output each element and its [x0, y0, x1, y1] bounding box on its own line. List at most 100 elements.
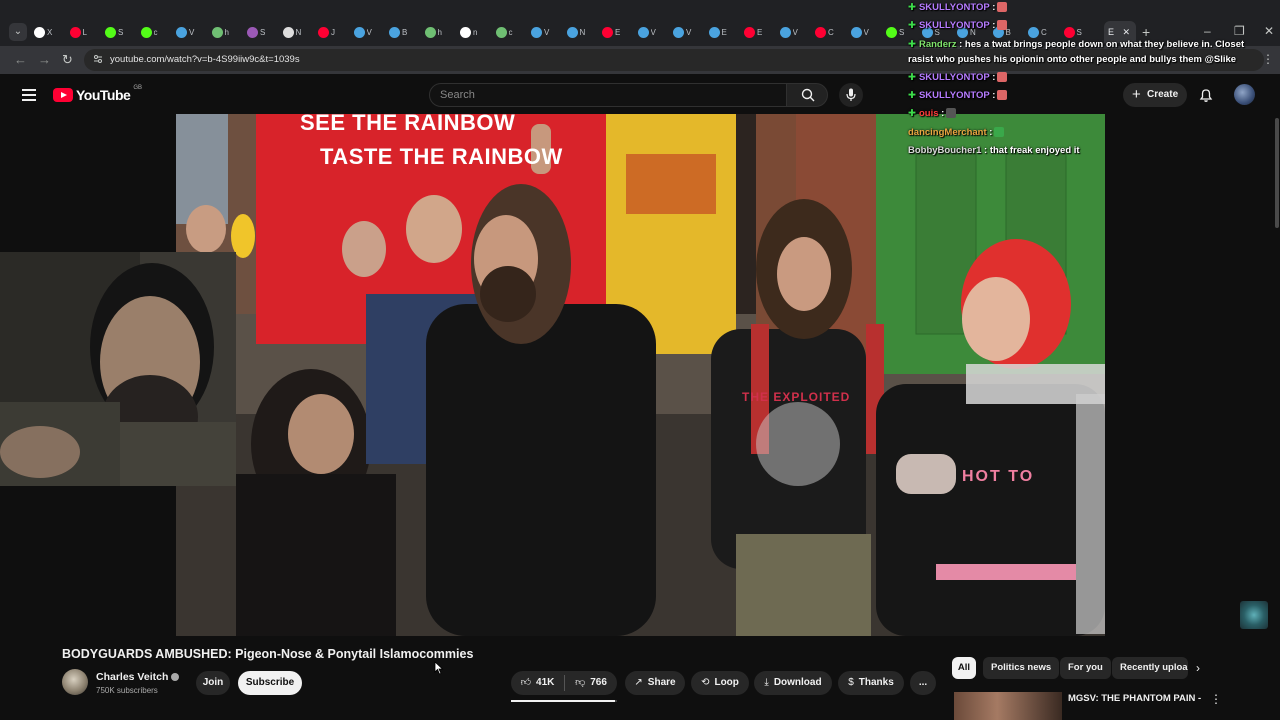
site-info-icon[interactable] [92, 53, 104, 65]
browser-tab[interactable]: V [673, 22, 699, 42]
browser-tab[interactable]: V [353, 22, 380, 42]
join-button[interactable]: Join [196, 671, 230, 695]
tab-label: B [402, 27, 408, 37]
subscribe-button[interactable]: Subscribe [238, 671, 302, 695]
thanks-button[interactable]: $ Thanks [838, 671, 904, 695]
loop-icon: ⟲ [701, 677, 710, 688]
tab-favicon-icon [318, 26, 329, 38]
download-button[interactable]: ⤓ Download [754, 671, 832, 695]
tab-label: S [118, 27, 124, 37]
tab-label: E [721, 27, 727, 37]
chip-for-you[interactable]: For you [1060, 657, 1111, 679]
recommended-title[interactable]: MGSV: THE PHANTOM PAIN - [1068, 693, 1201, 704]
mouse-cursor-icon [434, 661, 444, 675]
browser-tab[interactable]: V [531, 22, 557, 42]
browser-tab[interactable]: S [247, 22, 273, 42]
search-button[interactable] [786, 83, 828, 107]
tab-label: V [189, 27, 195, 37]
chat-username: dancingMerchant [908, 127, 987, 138]
browser-tab[interactable]: V [850, 22, 877, 42]
tab-search-dropdown-icon[interactable]: ⌄ [9, 23, 27, 41]
chat-text: : that freak enjoyed it [984, 145, 1080, 156]
browser-tab[interactable]: n [460, 22, 486, 42]
browser-tab[interactable]: B [389, 22, 415, 42]
reload-icon[interactable]: ↻ [62, 52, 73, 68]
browser-tab[interactable]: E [602, 22, 628, 42]
chip-label: Politics news [991, 662, 1052, 673]
browser-tab[interactable]: L [69, 22, 96, 42]
chat-username: Randerz [918, 39, 957, 50]
forward-arrow-icon[interactable]: → [38, 52, 51, 67]
page-scrollbar[interactable] [1275, 118, 1279, 228]
dislike-button[interactable]: 👎︎ 766 [565, 671, 617, 695]
browser-tab[interactable]: N [282, 22, 309, 42]
tab-favicon-icon [531, 26, 542, 38]
recommended-thumbnail[interactable] [954, 692, 1062, 720]
tab-favicon-icon [495, 26, 507, 38]
sub-badge-icon: ✚ [908, 39, 916, 50]
chip-all[interactable]: All [952, 657, 976, 679]
emote-icon [997, 20, 1008, 31]
tab-favicon-icon [140, 26, 152, 38]
share-arrow-icon: ↗ [634, 677, 643, 688]
thumbs-up-icon: 👍︎ [520, 677, 532, 688]
like-count: 41K [536, 677, 555, 688]
loop-label: Loop [714, 677, 739, 688]
browser-tab[interactable]: S [105, 22, 131, 42]
browser-tab[interactable]: V [176, 22, 202, 42]
browser-tab[interactable]: c [495, 22, 522, 42]
chip-recently-uploaded[interactable]: Recently uploaded [1112, 657, 1188, 679]
youtube-logo[interactable]: YouTube GB [53, 85, 142, 103]
chat-username: SKULLYONTOP [918, 72, 990, 83]
youtube-wordmark: YouTube [76, 87, 131, 103]
browser-tab[interactable]: V [779, 22, 806, 42]
floating-thumbnail[interactable] [1240, 601, 1268, 629]
back-arrow-icon[interactable]: ← [14, 52, 27, 67]
chat-overlay: ✚ SKULLYONTOP : ✚ SKULLYONTOP : ✚ Randerz :… [904, 0, 1254, 160]
tab-label: N [295, 27, 302, 37]
browser-menu-icon[interactable]: ⋮ [1262, 52, 1274, 66]
webcam-overlay [0, 252, 236, 486]
tab-label: X [47, 27, 53, 37]
share-button[interactable]: ↗ Share [625, 671, 685, 695]
subscribe-label: Subscribe [245, 677, 295, 688]
download-icon: ⤓ [764, 677, 769, 688]
tab-label: C [828, 27, 834, 37]
dislike-count: 766 [590, 677, 607, 688]
tab-label: V [366, 27, 372, 37]
thumbs-down-icon: 👎︎ [575, 677, 586, 688]
chat-message: ✚ SKULLYONTOP : [908, 72, 1008, 83]
recommended-more-icon[interactable]: ⋮ [1210, 692, 1222, 706]
loop-button[interactable]: ⟲ Loop [691, 671, 749, 695]
verified-icon [171, 673, 180, 682]
emote-icon [997, 2, 1008, 13]
browser-tab[interactable]: h [424, 22, 451, 42]
voice-search-button[interactable] [839, 83, 863, 107]
channel-avatar[interactable] [62, 669, 88, 695]
hamburger-menu-icon[interactable] [22, 89, 36, 101]
browser-tab[interactable]: h [211, 22, 238, 42]
channel-name[interactable]: Charles Veitch [96, 671, 180, 683]
browser-tab[interactable]: E [708, 22, 735, 42]
browser-tab[interactable]: J [318, 22, 344, 42]
search-input[interactable]: Search [429, 83, 787, 107]
browser-tab[interactable]: c [140, 22, 167, 42]
close-window-icon[interactable]: ✕ [1264, 24, 1274, 38]
video-player[interactable]: SEE THE RAINBOW TASTE THE RAINBOW THE EX… [176, 114, 1105, 636]
chip-politics-news[interactable]: Politics news [983, 657, 1060, 679]
browser-tab[interactable]: N [566, 22, 593, 42]
chevron-right-icon[interactable]: › [1196, 661, 1200, 675]
like-button[interactable]: 👍︎ 41K [511, 671, 564, 695]
shirt-text-hot: HOT TO [962, 468, 1035, 485]
youtube-play-icon [53, 88, 73, 102]
more-actions-button[interactable]: ... [910, 671, 936, 695]
chat-message: ✚ Randerz : hes a twat brings people down… [908, 39, 1244, 50]
video-title: BODYGUARDS AMBUSHED: Pigeon-Nose & Ponyt… [62, 647, 474, 661]
browser-tab[interactable]: E [744, 22, 770, 42]
browser-tab[interactable]: X [34, 22, 60, 42]
emote-icon [994, 127, 1005, 138]
browser-tab[interactable]: V [637, 22, 664, 42]
tab-favicon-icon [424, 26, 436, 38]
thanks-label: Thanks [858, 677, 894, 688]
browser-tab[interactable]: C [815, 22, 841, 42]
